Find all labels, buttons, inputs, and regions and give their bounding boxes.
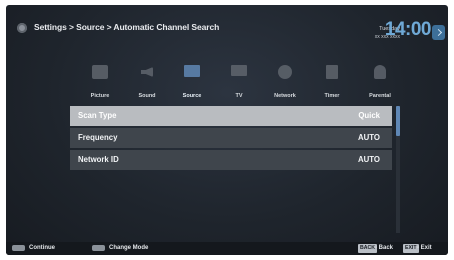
setting-name: Scan Type (78, 111, 117, 120)
tab-network[interactable]: Network (261, 63, 309, 103)
clock: Tuesday xx xxx xxxx 14:00 (338, 15, 448, 45)
tab-sound[interactable]: Sound (123, 63, 171, 103)
setting-value: AUTO (358, 133, 380, 142)
continue-hint[interactable]: Continue (29, 245, 55, 251)
tab-label: Network (274, 93, 296, 99)
settings-home-icon (17, 23, 27, 33)
scrollbar-thumb[interactable] (396, 106, 400, 136)
timer-icon (326, 65, 338, 79)
tab-label: Timer (324, 93, 340, 99)
tab-label: TV (235, 93, 243, 99)
setting-row-frequency[interactable]: Frequency AUTO (70, 128, 392, 148)
header: Settings > Source > Automatic Channel Se… (6, 5, 448, 53)
back-hint[interactable]: - Back (375, 245, 393, 251)
change-mode-hint[interactable]: Change Mode (109, 245, 148, 251)
tab-picture[interactable]: Picture (76, 63, 124, 103)
tab-label: Sound (138, 93, 156, 99)
setting-row-scan-type[interactable]: Scan Type Quick (70, 106, 392, 126)
tab-tv[interactable]: TV (215, 63, 263, 103)
picture-icon (92, 65, 108, 79)
tab-parental[interactable]: Parental (356, 63, 404, 103)
tv-settings-screen: Settings > Source > Automatic Channel Se… (6, 5, 448, 255)
lock-icon (374, 65, 386, 79)
tab-label: Picture (90, 93, 110, 99)
tab-timer[interactable]: Timer (308, 63, 356, 103)
navigation-key-icon (92, 245, 105, 251)
setting-value: Quick (358, 111, 380, 120)
time-label: 14:00 (384, 19, 432, 40)
tab-source[interactable]: Source (168, 63, 216, 103)
category-tabs: Picture Sound Source TV Network Timer Pa… (76, 63, 406, 103)
scrollbar[interactable] (396, 106, 400, 233)
setting-name: Frequency (78, 133, 118, 142)
tab-label: Source (182, 93, 202, 99)
setting-value: AUTO (358, 155, 380, 164)
speaker-icon (141, 67, 153, 77)
setting-row-network-id[interactable]: Network ID AUTO (70, 150, 392, 170)
footer-hints: Continue Change Mode BACK - Back EXIT - … (6, 242, 448, 255)
breadcrumb: Settings > Source > Automatic Channel Se… (34, 22, 220, 32)
settings-list: Scan Type Quick Frequency AUTO Network I… (70, 106, 392, 172)
setting-name: Network ID (78, 155, 119, 164)
exit-hint[interactable]: - Exit (417, 245, 432, 251)
tv-icon (231, 65, 247, 76)
tab-label: Parental (369, 93, 391, 99)
clock-indicator-icon (432, 25, 445, 40)
antenna-icon (184, 65, 200, 77)
globe-icon (278, 65, 292, 79)
ok-key-icon (12, 245, 25, 251)
